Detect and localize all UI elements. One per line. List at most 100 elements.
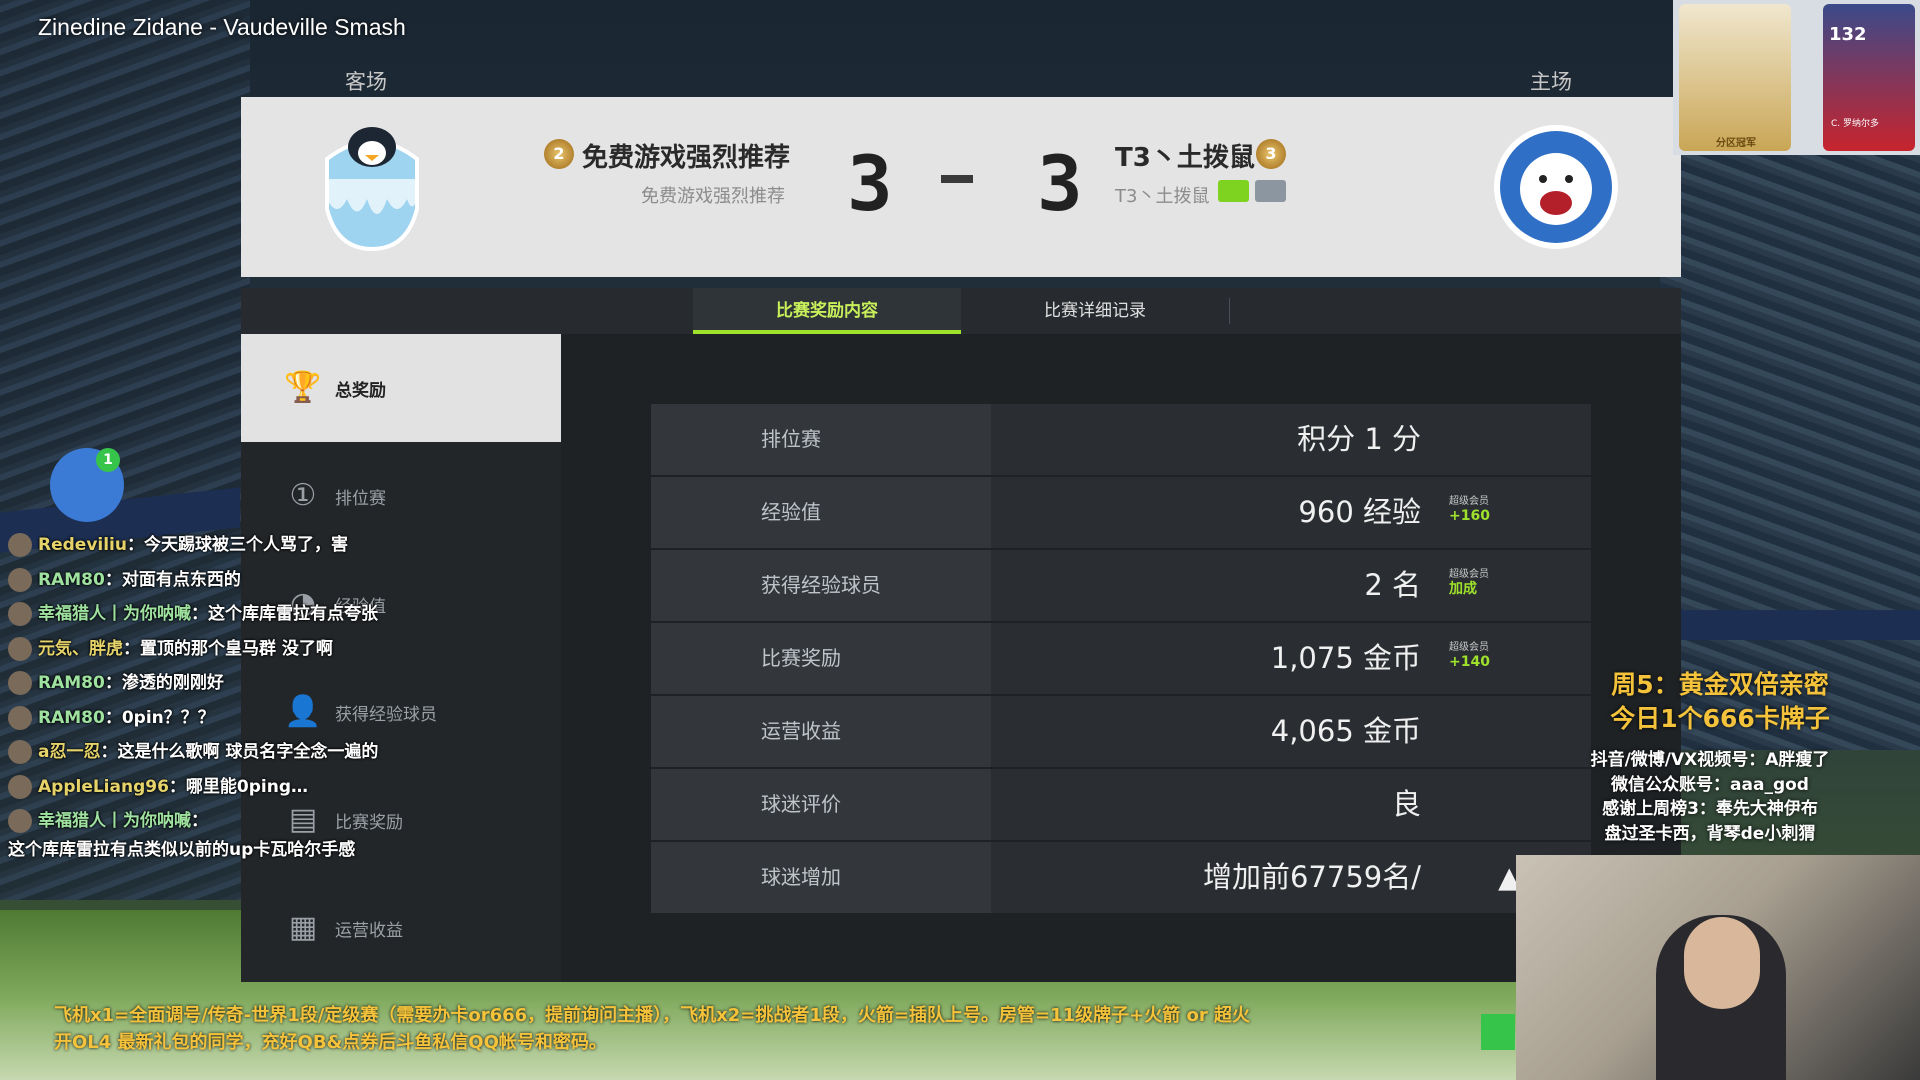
reward-row-xp: 经验值 960 经验 超级会员 +160 [651, 477, 1591, 548]
chat-text: ：0pin？？？ [104, 707, 215, 728]
webcam-feed [1516, 855, 1920, 1080]
reward-row-xp-players: 获得经验球员 2 名 超级会员 加成 [651, 550, 1591, 621]
vip-bonus: 超级会员 +140 [1449, 641, 1490, 669]
chat-text: ：哪里能0ping… [168, 776, 309, 797]
chat-text: ：今天踢球被三个人骂了，害 [126, 535, 348, 555]
menu-item-operating-income[interactable]: ▦ 运营收益 [241, 874, 561, 982]
tab-match-details[interactable]: 比赛详细记录 [961, 288, 1229, 334]
home-label: 主场 [1530, 70, 1572, 94]
friend-status-icon[interactable] [1218, 180, 1249, 202]
promo-headline: 周5：黄金双倍亲密 今日1个666卡牌子 [1570, 668, 1870, 736]
chat-text: 这个库库雷拉有点类似以前的up卡瓦哈尔手感 [8, 839, 356, 860]
info-line: 微信公众账号：aaa_god [1611, 774, 1809, 795]
user-avatar [8, 567, 32, 592]
streamer-face [1684, 917, 1760, 1009]
user-avatar [8, 740, 32, 764]
rank-emblem-card [1679, 4, 1791, 151]
reward-label: 球迷增加 [651, 842, 991, 913]
stadium-icon: ▦ [288, 910, 318, 945]
info-line: 感谢上周榜3：奉先大神伊布 [1602, 799, 1818, 819]
reward-table: 排位赛 积分 1 分 经验值 960 经验 超级会员 +160 获得经验球员 2… [651, 404, 1591, 915]
chat-username: RAM80 [38, 673, 105, 693]
reward-value: 1,075 金币 [1270, 641, 1421, 675]
reward-label: 比赛奖励 [651, 623, 991, 694]
ticker-line: 开OL4 最新礼包的同学，充好QB&点券后斗鱼私信QQ帐号和密码。 [54, 1032, 607, 1053]
chat-username: AppleLiang96 [38, 776, 169, 797]
reward-row-match-reward: 比赛奖励 1,075 金币 超级会员 +140 [651, 623, 1591, 694]
player-card-rating: 132 [1829, 24, 1867, 45]
home-club-crest-icon [1494, 125, 1618, 249]
stream-title: Zinedine Zidane - Vaudeville Smash [38, 14, 406, 40]
streamer-info: 抖音/微博/VX视频号：A胖瘦了 微信公众账号：aaa_god 感谢上周榜3：奉… [1560, 748, 1860, 846]
profile-card-icon[interactable] [1255, 180, 1286, 202]
home-team-subname: T3丶土拨鼠 [1115, 186, 1210, 207]
chat-text: ：渗透的刚刚好 [104, 673, 224, 693]
away-club-crest-icon [325, 127, 419, 252]
reward-row-fan-increase: 球迷增加 增加前67759名/ ▲ 150 [651, 842, 1591, 913]
chat-username: 元気、胖虎 [38, 638, 123, 659]
chat-message: RAM80：对面有点东西的 [8, 563, 478, 598]
stadium-stands-right [1660, 150, 1920, 750]
tab-divider [1229, 298, 1230, 324]
reward-row-ranked: 排位赛 积分 1 分 [651, 404, 1591, 475]
user-avatar [8, 705, 32, 730]
reward-value: 积分 1 分 [1297, 422, 1421, 456]
chat-text: ：对面有点东西的 [104, 569, 241, 590]
chat-text: ：置顶的那个皇马群 没了啊 [123, 638, 333, 659]
stream-ticker: 飞机x1=全面调号/传奇-世界1段/定级赛（需要办卡or666，提前询问主播），… [54, 1002, 1474, 1056]
reward-content-panel: 排位赛 积分 1 分 经验值 960 经验 超级会员 +160 获得经验球员 2… [561, 334, 1681, 982]
status-indicator [1481, 1014, 1515, 1050]
info-line: 盘过圣卡西，背琴de小刺猬 [1604, 823, 1816, 844]
chat-username: RAM80 [38, 707, 105, 728]
reward-value: 良 [1391, 787, 1421, 821]
home-rank-badge: 3 [1256, 139, 1286, 169]
chat-username: RAM80 [38, 569, 105, 590]
menu-item-label: 排位赛 [335, 489, 386, 509]
vip-bonus-title: 超级会员 [1449, 569, 1489, 580]
chat-message: 元気、胖虎：置顶的那个皇马群 没了啊 [8, 632, 478, 667]
menu-item-label: 总奖励 [335, 381, 386, 401]
reward-value: 2 名 [1364, 568, 1421, 602]
chat-username: 幸福猎人丨为你呐喊 [38, 604, 191, 624]
chat-message: 这个库库雷拉有点类似以前的up卡瓦哈尔手感 [8, 833, 478, 868]
promo-line: 周5：黄金双倍亲密 [1611, 670, 1829, 699]
vip-bonus-title: 超级会员 [1449, 496, 1489, 507]
reward-value: 4,065 金币 [1270, 714, 1421, 748]
chat-username: 幸福猎人丨为你呐喊 [38, 811, 191, 831]
home-team-name: T3丶土拨鼠 [1115, 143, 1255, 173]
chat-message: RAM80：0pin？？？ [8, 701, 478, 736]
chat-text: ：这个库库雷拉有点夸张 [191, 604, 378, 624]
away-team-subname: 免费游戏强烈推荐 [641, 186, 785, 207]
away-team-name: 免费游戏强烈推荐 [582, 143, 791, 173]
promo-line: 今日1个666卡牌子 [1610, 704, 1830, 733]
away-score: 3 [847, 139, 893, 228]
vip-bonus: 超级会员 加成 [1449, 568, 1489, 596]
user-avatar [8, 533, 32, 557]
user-avatar [8, 774, 32, 799]
chat-message: AppleLiang96：哪里能0ping… [8, 770, 478, 805]
trophy-icon: 🏆 [284, 370, 322, 405]
vip-bonus-value: +160 [1449, 508, 1490, 524]
reward-label: 球迷评价 [651, 769, 991, 840]
menu-item-total-rewards[interactable]: 🏆 总奖励 [241, 334, 561, 442]
reward-row-fan-rating: 球迷评价 良 [651, 769, 1591, 840]
user-avatar [8, 809, 32, 833]
ticker-line: 飞机x1=全面调号/传奇-世界1段/定级赛（需要办卡or666，提前询问主播），… [54, 1005, 1250, 1026]
chat-text: ：这是什么歌啊 球员名字全念一遍的 [100, 742, 379, 762]
reward-value: 增加前67759名/ [1202, 860, 1421, 894]
info-line: 抖音/微博/VX视频号：A胖瘦了 [1590, 750, 1830, 770]
home-score: 3 [1037, 139, 1083, 228]
danmaku-chat: Redeviliu：今天踢球被三个人骂了，害 RAM80：对面有点东西的 幸福猎… [8, 528, 478, 867]
chat-message: Redeviliu：今天踢球被三个人骂了，害 [8, 528, 478, 563]
reward-value: 960 经验 [1298, 495, 1421, 529]
away-rank-badge: 2 [544, 139, 574, 169]
rank-icon: ① [289, 478, 317, 513]
reward-row-operating-income: 运营收益 4,065 金币 [651, 696, 1591, 767]
user-avatar [8, 636, 32, 661]
chat-message: a忍一忍：这是什么歌啊 球员名字全念一遍的 [8, 735, 478, 770]
tab-bar: 比赛奖励内容 比赛详细记录 [241, 288, 1681, 334]
tots-banner-right [1670, 610, 1920, 640]
vip-bonus-value: 加成 [1449, 581, 1477, 597]
tab-match-rewards[interactable]: 比赛奖励内容 [693, 288, 961, 334]
chat-message: RAM80：渗透的刚刚好 [8, 666, 478, 701]
